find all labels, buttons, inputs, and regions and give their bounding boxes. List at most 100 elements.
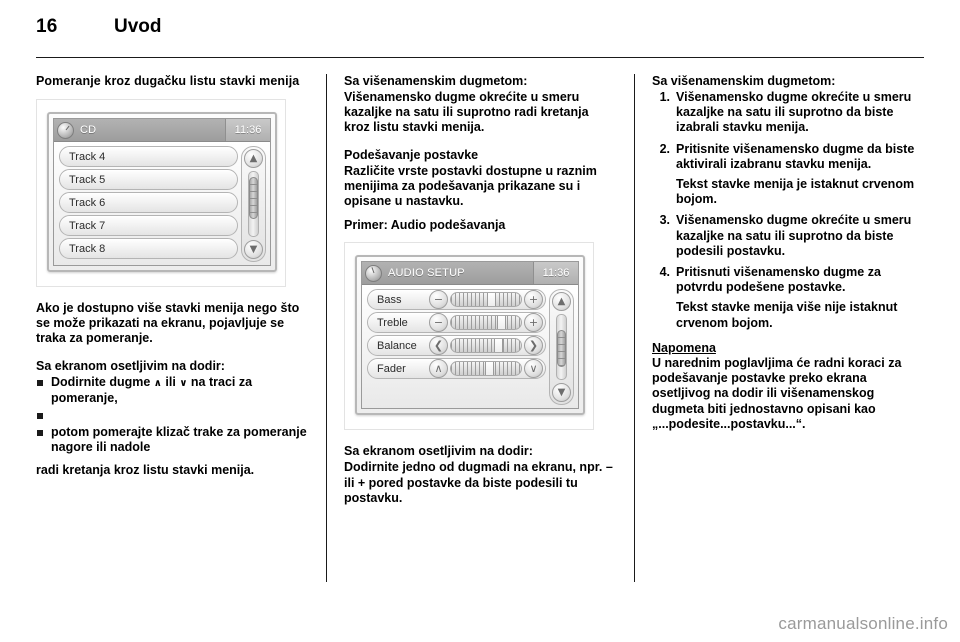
step-number: 3. bbox=[659, 213, 670, 228]
value-slider[interactable] bbox=[450, 292, 522, 308]
setting-row-treble[interactable]: Treble − + bbox=[367, 312, 546, 334]
page-number: 16 bbox=[36, 16, 58, 37]
left-arrow-button[interactable]: ❮ bbox=[429, 336, 448, 356]
slider-knob[interactable] bbox=[484, 362, 494, 376]
value-slider[interactable] bbox=[450, 315, 522, 331]
screen-titlebar: AUDIO SETUP 11:36 bbox=[362, 262, 578, 286]
step-number: 2. bbox=[659, 141, 670, 156]
note-disc-icon bbox=[365, 264, 382, 282]
subheading-adjust-setting: Podešavanje postavke bbox=[344, 147, 479, 162]
setting-row-fader[interactable]: Fader ∧ ∨ bbox=[367, 358, 546, 380]
figure-audio-setup: AUDIO SETUP 11:36 Bass − + Treble − + Ba… bbox=[344, 242, 594, 431]
step-text: Višenamensko dugme okrećite u smeru kaza… bbox=[676, 213, 912, 258]
step-note-highlight: Tekst stavke menija je istaknut crvenom … bbox=[676, 177, 915, 207]
plus-button[interactable]: + bbox=[524, 313, 543, 333]
list-item[interactable]: Track 6 bbox=[59, 192, 238, 213]
header-rule bbox=[36, 57, 924, 58]
slider-knob[interactable] bbox=[494, 339, 504, 353]
step-text: Višenamensko dugme okrećite u smeru kaza… bbox=[676, 90, 912, 135]
subheading-multifunction-middle: Sa višenamenskim dugmetom: bbox=[344, 74, 528, 88]
screen-content: Track 4 Track 5 Track 6 Track 7 Track 8 … bbox=[54, 142, 270, 265]
down-arrow-button[interactable]: ∨ bbox=[524, 359, 543, 379]
chevron-down-icon[interactable]: ▼ bbox=[244, 240, 263, 259]
list-item[interactable]: Track 5 bbox=[59, 169, 238, 190]
paragraph-touch-buttons: Dodirnite jedno od dugmadi na ekranu, np… bbox=[344, 460, 613, 505]
subheading-multifunction-right: Sa višenamenskim dugmetom: bbox=[652, 74, 836, 88]
slider-knob[interactable] bbox=[497, 316, 507, 330]
device-screen: CD 11:36 Track 4 Track 5 Track 6 Track 7… bbox=[53, 118, 271, 266]
scrollbar-track[interactable] bbox=[248, 171, 259, 237]
chapter-title: Uvod bbox=[114, 16, 162, 37]
list-item[interactable]: Track 4 bbox=[59, 146, 238, 167]
list-item[interactable]: Track 8 bbox=[59, 238, 238, 259]
chevron-down-icon: ∨ bbox=[179, 377, 188, 389]
scrollbar-thumb[interactable] bbox=[249, 177, 258, 220]
device-screen: AUDIO SETUP 11:36 Bass − + Treble − + Ba… bbox=[361, 261, 579, 410]
square-bullet-icon bbox=[37, 413, 43, 420]
step-text: Pritisnite višenamensko dugme da biste a… bbox=[676, 141, 915, 171]
note-text: U narednim poglavljima će radni koraci z… bbox=[652, 356, 902, 431]
list-item-label: Track 8 bbox=[69, 242, 106, 255]
slider-knob[interactable] bbox=[487, 293, 497, 307]
plus-button[interactable]: + bbox=[524, 290, 543, 310]
example-label: Primer: Audio podešavanja bbox=[344, 218, 506, 233]
list-item: potom pomerajte klizač trake za pomeranj… bbox=[36, 425, 308, 455]
list-item: 1. Višenamensko dugme okrećite u smeru k… bbox=[652, 90, 924, 136]
column-divider-1 bbox=[326, 74, 327, 582]
setting-label: Fader bbox=[377, 362, 406, 375]
infotainment-device: AUDIO SETUP 11:36 Bass − + Treble − + Ba… bbox=[355, 255, 585, 416]
square-bullet-icon bbox=[37, 379, 43, 386]
paragraph-navigate-list: radi kretanja kroz listu stavki menija. bbox=[36, 463, 255, 478]
chevron-up-icon: ∧ bbox=[153, 377, 162, 389]
list-item[interactable]: Track 7 bbox=[59, 215, 238, 236]
screen-title: CD bbox=[80, 124, 97, 136]
list-item: Dodirnite dugme ∧ ili ∨ na traci za pome… bbox=[36, 375, 308, 406]
scrollbar[interactable]: ▲ ▼ bbox=[241, 146, 266, 262]
setting-control: ❮ ❯ bbox=[429, 336, 543, 356]
audio-settings-list: Bass − + Treble − + Balance ❮ ❯ Fader ∧ … bbox=[367, 289, 546, 405]
column-left: Pomeranje kroz dugačku listu stavki meni… bbox=[36, 74, 308, 582]
list-item: 3. Višenamensko dugme okrećite u smeru k… bbox=[652, 213, 924, 259]
setting-label: Bass bbox=[377, 293, 402, 306]
up-arrow-button[interactable]: ∧ bbox=[429, 359, 448, 379]
chevron-up-icon[interactable]: ▲ bbox=[552, 292, 571, 312]
touchscreen-steps-list: Dodirnite dugme ∧ ili ∨ na traci za pome… bbox=[36, 375, 308, 456]
figure-cd-track-list: CD 11:36 Track 4 Track 5 Track 6 Track 7… bbox=[36, 99, 286, 287]
screen-clock: 11:36 bbox=[533, 262, 578, 285]
setting-control: − + bbox=[429, 313, 543, 333]
list-item: 2. Pritisnite višenamensko dugme da bist… bbox=[652, 142, 924, 208]
minus-button[interactable]: − bbox=[429, 290, 448, 310]
list-item-label: Track 7 bbox=[69, 219, 106, 232]
infotainment-device: CD 11:36 Track 4 Track 5 Track 6 Track 7… bbox=[47, 112, 277, 272]
chevron-down-icon[interactable]: ▼ bbox=[552, 383, 571, 403]
paragraph-setting-types: Različite vrste postavki dostupne u razn… bbox=[344, 163, 597, 209]
value-slider[interactable] bbox=[450, 338, 522, 354]
column-right: Sa višenamenskim dugmetom: 1. Višenamens… bbox=[652, 74, 924, 582]
minus-button[interactable]: − bbox=[429, 313, 448, 333]
setting-row-balance[interactable]: Balance ❮ ❯ bbox=[367, 335, 546, 357]
subheading-touchscreen-left: Sa ekranom osetljivim na dodir: bbox=[36, 358, 225, 373]
setting-row-bass[interactable]: Bass − + bbox=[367, 289, 546, 311]
bullet-text-mid: ili bbox=[165, 374, 176, 389]
chevron-up-icon[interactable]: ▲ bbox=[244, 149, 263, 168]
column-grid: Pomeranje kroz dugačku listu stavki meni… bbox=[36, 74, 924, 582]
list-item bbox=[36, 408, 308, 423]
bullet-text: potom pomerajte klizač trake za pomeranj… bbox=[51, 425, 307, 455]
screen-title: AUDIO SETUP bbox=[388, 267, 465, 280]
manual-page: 16 Uvod Pomeranje kroz dugačku listu sta… bbox=[0, 0, 960, 642]
note-label: Napomena bbox=[652, 340, 716, 355]
value-slider[interactable] bbox=[450, 361, 522, 377]
section-heading-scroll-list: Pomeranje kroz dugačku listu stavki meni… bbox=[36, 74, 300, 88]
paragraph-turn-knob: Višenamensko dugme okrećite u smeru kaza… bbox=[344, 90, 589, 135]
setting-control: ∧ ∨ bbox=[429, 359, 543, 379]
bullet-text-lead: Dodirnite dugme bbox=[51, 374, 151, 389]
scrollbar-track[interactable] bbox=[556, 314, 567, 381]
step-text: Pritisnuti višenamensko dugme za potvrdu… bbox=[676, 265, 881, 295]
list-item-label: Track 4 bbox=[69, 150, 106, 163]
paragraph-scrollbar-appears: Ako je dostupno više stavki menija nego … bbox=[36, 301, 300, 346]
right-arrow-button[interactable]: ❯ bbox=[524, 336, 543, 356]
multifunction-steps-list: 1. Višenamensko dugme okrećite u smeru k… bbox=[652, 90, 924, 331]
scrollbar-thumb[interactable] bbox=[557, 329, 566, 367]
screen-clock: 11:36 bbox=[225, 119, 270, 141]
scrollbar[interactable]: ▲ ▼ bbox=[549, 289, 574, 406]
